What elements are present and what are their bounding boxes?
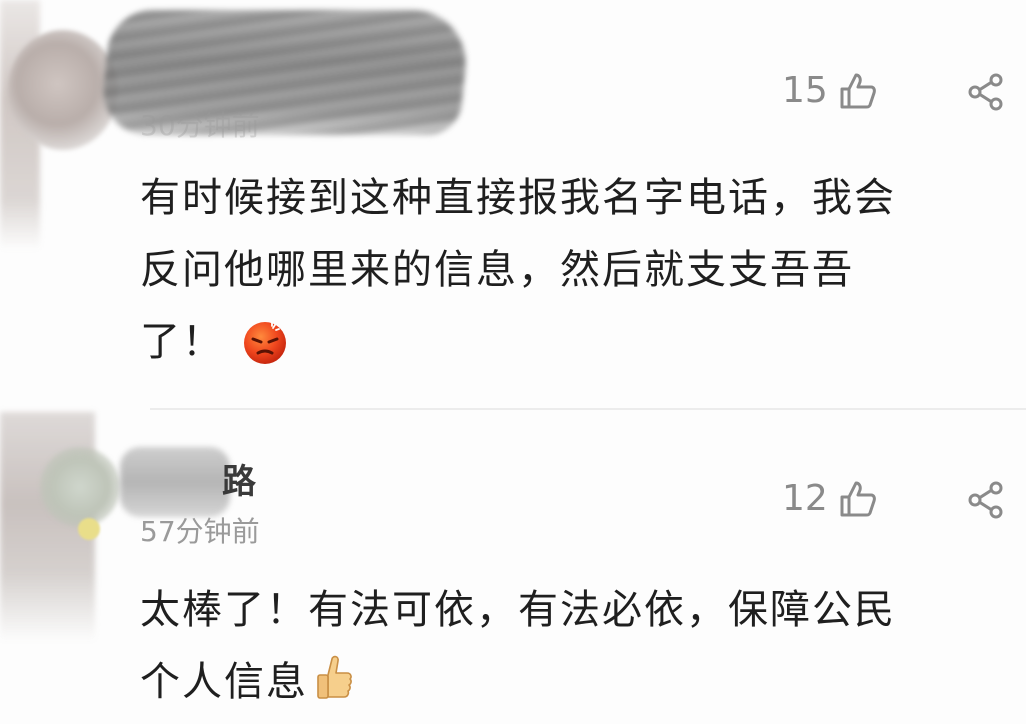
comment-line: 反问他哪里来的信息，然后就支支吾吾 [140, 247, 854, 293]
share-button[interactable] [966, 72, 1006, 112]
comment-list: 30分钟前 15 有时候接到这种直接报我名字电话，我会 反问他哪里来的信息，然后… [0, 0, 1026, 724]
comment-item: 路 57分钟前 12 太棒了！有法可依，有法必依，保障公民 个人信息 [0, 412, 1026, 724]
like-count: 15 [782, 70, 828, 111]
comment-text: 太棒了！有法可依，有法必依，保障公民 个人信息 [140, 574, 1010, 718]
like-button[interactable]: 15 [782, 70, 878, 111]
share-button[interactable] [966, 480, 1006, 520]
comment-line: 太棒了！有法可依，有法必依，保障公民 [140, 587, 896, 633]
like-count: 12 [782, 478, 828, 519]
angry-face-icon [242, 317, 288, 364]
avatar-badge [78, 518, 100, 540]
avatar[interactable] [8, 30, 118, 150]
comment-line: 有时候接到这种直接报我名字电话，我会 [140, 175, 896, 221]
comment-time: 57分钟前 [140, 515, 260, 548]
share-icon [966, 480, 1006, 520]
comment-line-text: 了！ [140, 319, 224, 365]
username[interactable]: 路 [222, 454, 257, 503]
avatar[interactable] [40, 447, 120, 527]
comment-line-last: 了！ [140, 306, 1010, 378]
comment-line-text: 个人信息 [140, 659, 308, 705]
comment-line-last: 个人信息 [140, 646, 1010, 718]
comment-text: 有时候接到这种直接报我名字电话，我会 反问他哪里来的信息，然后就支支吾吾 了！ [140, 162, 1010, 378]
comment-item: 30分钟前 15 有时候接到这种直接报我名字电话，我会 反问他哪里来的信息，然后… [0, 0, 1026, 410]
like-button[interactable]: 12 [782, 478, 878, 519]
thumbs-up-icon [314, 653, 354, 703]
divider [150, 408, 1026, 410]
share-icon [966, 72, 1006, 112]
thumb-up-outline-icon [838, 479, 878, 519]
blurred-username[interactable] [120, 447, 230, 517]
thumb-up-outline-icon [838, 71, 878, 111]
comment-time: 30分钟前 [140, 109, 260, 142]
